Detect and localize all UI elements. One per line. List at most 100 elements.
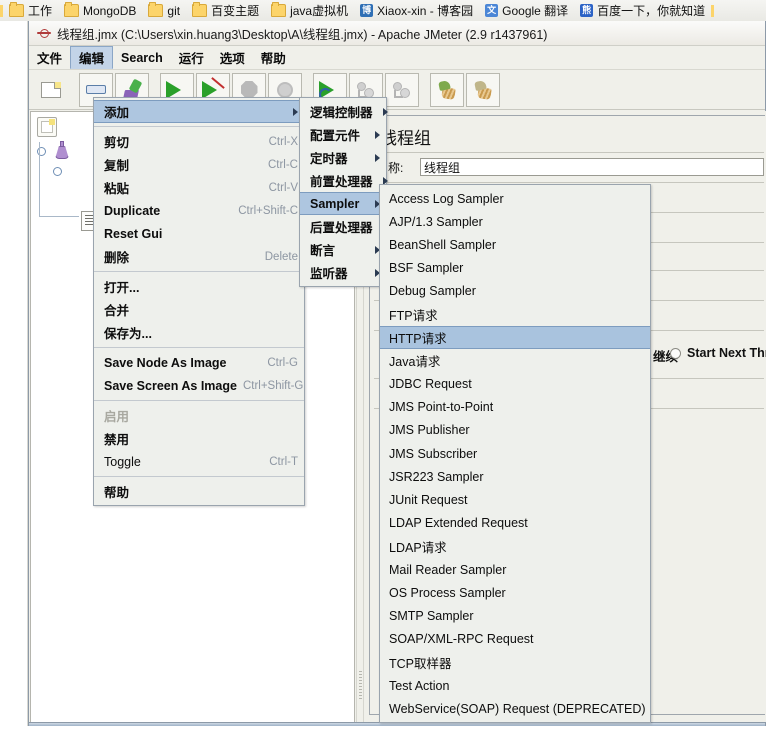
menu-item-accelerator: Ctrl-T: [269, 455, 298, 468]
menu-item-help[interactable]: 帮助: [94, 480, 304, 503]
menu-item-save-node-as-image[interactable]: Save Node As Image Ctrl-G: [94, 351, 304, 374]
sampler-item-tcp-sampler[interactable]: TCP取样器: [380, 651, 650, 674]
menu-item-label: HTTP请求: [389, 332, 447, 347]
menu-search[interactable]: Search: [113, 46, 171, 69]
sampler-item-access-log-sampler[interactable]: Access Log Sampler: [380, 187, 650, 210]
menu-options[interactable]: 选项: [212, 46, 253, 69]
function-helper-button[interactable]: [466, 72, 500, 107]
bookmark-overflow-marker[interactable]: [711, 4, 715, 17]
bookmark-item-baidu[interactable]: 熊 百度一下，你就知道: [574, 1, 711, 21]
sampler-item-soap-xml-rpc-request[interactable]: SOAP/XML-RPC Request: [380, 628, 650, 651]
menu-item-save-screen-as-image[interactable]: Save Screen As Image Ctrl+Shift-G: [94, 374, 304, 397]
submenu-item-pre-processor[interactable]: 前置处理器: [300, 169, 388, 192]
bookmark-label: MongoDB: [83, 3, 137, 18]
menu-separator: [94, 476, 304, 477]
menu-item-reset-gui[interactable]: Reset Gui: [94, 222, 304, 245]
bookmark-item-work[interactable]: 工作: [3, 1, 58, 21]
split-pane-grip[interactable]: [359, 671, 362, 701]
sampler-item-jms-subscriber[interactable]: JMS Subscriber: [380, 442, 650, 465]
bookmark-item-themes[interactable]: 百变主题: [186, 1, 265, 21]
sampler-item-jms-point-to-point[interactable]: JMS Point-to-Point: [380, 396, 650, 419]
bookmark-item-google-translate[interactable]: 文 Google 翻译: [479, 1, 574, 21]
menu-item-accelerator: Delete: [264, 250, 298, 263]
start-next-thread-loop-radio[interactable]: Start Next Thread L: [670, 346, 766, 360]
menu-item-copy[interactable]: 复制 Ctrl-C: [94, 153, 304, 176]
menu-item-label: TCP取样器: [389, 656, 452, 671]
menu-item-save-as[interactable]: 保存为...: [94, 321, 304, 344]
menu-item-disable[interactable]: 禁用: [94, 427, 304, 450]
jmeter-logo-icon: [37, 28, 51, 38]
menu-item-paste[interactable]: 粘贴 Ctrl-V: [94, 176, 304, 199]
new-document-icon: [41, 81, 61, 98]
menu-item-label: JDBC Request: [389, 377, 472, 392]
bookmark-item-jvm[interactable]: java虚拟机: [265, 1, 354, 21]
sampler-item-smtp-sampler[interactable]: SMTP Sampler: [380, 604, 650, 627]
sampler-item-jsr223-sampler[interactable]: JSR223 Sampler: [380, 465, 650, 488]
desktop-bottom-area: [0, 726, 766, 740]
broom-tan-icon: [473, 79, 493, 100]
folder-icon: [192, 2, 208, 17]
sampler-item-os-process-sampler[interactable]: OS Process Sampler: [380, 581, 650, 604]
google-translate-icon: 文: [485, 4, 499, 17]
window-title: 线程组.jmx (C:\Users\xin.huang3\Desktop\A\线…: [57, 27, 548, 42]
submenu-item-sampler[interactable]: Sampler: [300, 192, 386, 215]
menu-item-label: 前置处理器: [310, 175, 373, 189]
menu-item-label: 保存为...: [104, 327, 152, 341]
clear-all-button[interactable]: [385, 72, 419, 107]
sampler-item-ldap-extended-request[interactable]: LDAP Extended Request: [380, 512, 650, 535]
submenu-item-post-processor[interactable]: 后置处理器: [300, 215, 388, 238]
submenu-item-config-element[interactable]: 配置元件: [300, 123, 386, 146]
menu-bar: 文件 编辑 Search 运行 选项 帮助: [29, 46, 765, 70]
sampler-item-ftp-request[interactable]: FTP请求: [380, 303, 650, 326]
bookmark-item-git[interactable]: git: [142, 1, 186, 21]
menu-item-duplicate[interactable]: Duplicate Ctrl+Shift-C: [94, 199, 304, 222]
menu-item-toggle[interactable]: Toggle Ctrl-T: [94, 450, 304, 473]
sampler-item-junit-request[interactable]: JUnit Request: [380, 488, 650, 511]
sampler-item-mail-reader-sampler[interactable]: Mail Reader Sampler: [380, 558, 650, 581]
menu-item-add[interactable]: 添加: [94, 100, 304, 123]
submenu-item-listener[interactable]: 监听器: [300, 261, 386, 284]
window-title-bar: 线程组.jmx (C:\Users\xin.huang3\Desktop\A\线…: [29, 21, 765, 46]
menu-item-merge[interactable]: 合并: [94, 298, 304, 321]
sampler-item-beanshell-sampler[interactable]: BeanShell Sampler: [380, 233, 650, 256]
sampler-item-bsf-sampler[interactable]: BSF Sampler: [380, 257, 650, 280]
menu-item-label: 合并: [104, 304, 130, 318]
edit-dropdown-menu: 添加 剪切 Ctrl-X 复制 Ctrl-C 粘贴 Ctrl-V Duplica…: [93, 97, 305, 506]
menu-item-label: 配置元件: [310, 129, 361, 143]
new-button[interactable]: [34, 73, 68, 107]
sampler-item-webservice-soap-request[interactable]: WebService(SOAP) Request (DEPRECATED): [380, 697, 650, 720]
bookmark-item-mongodb[interactable]: MongoDB: [58, 1, 142, 21]
menu-run[interactable]: 运行: [171, 46, 212, 69]
sampler-item-ldap-request[interactable]: LDAP请求: [380, 535, 650, 558]
sampler-item-test-action[interactable]: Test Action: [380, 674, 650, 697]
menu-item-accelerator: Ctrl-C: [267, 158, 298, 171]
menu-edit[interactable]: 编辑: [70, 46, 114, 69]
sampler-item-java-request[interactable]: Java请求: [380, 349, 650, 372]
sampler-item-jms-publisher[interactable]: JMS Publisher: [380, 419, 650, 442]
menu-item-cut[interactable]: 剪切 Ctrl-X: [94, 130, 304, 153]
menu-item-open[interactable]: 打开...: [94, 275, 304, 298]
radio-icon[interactable]: [670, 347, 681, 359]
sampler-item-jdbc-request[interactable]: JDBC Request: [380, 373, 650, 396]
menu-separator: [94, 347, 304, 348]
sampler-item-http-request[interactable]: HTTP请求: [380, 326, 650, 350]
menu-item-label: JSR223 Sampler: [389, 469, 484, 484]
menu-separator: [94, 126, 304, 127]
submenu-item-assertion[interactable]: 断言: [300, 238, 386, 261]
tree-expander-knob[interactable]: [53, 166, 62, 176]
menu-help[interactable]: 帮助: [253, 46, 294, 69]
baidu-icon: 熊: [580, 4, 594, 17]
submenu-item-timer[interactable]: 定时器: [300, 146, 386, 169]
sampler-item-debug-sampler[interactable]: Debug Sampler: [380, 280, 650, 303]
menu-item-label: 添加: [104, 106, 130, 120]
bookmark-item-cnblogs[interactable]: 博 Xiaox-xin - 博客园: [354, 1, 479, 21]
toggle-log-button[interactable]: [430, 72, 464, 107]
sampler-item-ajp-sampler[interactable]: AJP/1.3 Sampler: [380, 210, 650, 233]
submenu-item-logic-controller[interactable]: 逻辑控制器: [300, 100, 388, 123]
menu-item-label: Toggle: [104, 454, 141, 469]
menu-file[interactable]: 文件: [29, 46, 70, 69]
menu-item-delete[interactable]: 删除 Delete: [94, 245, 304, 268]
clear-icon: [356, 81, 376, 99]
bookmark-label: Google 翻译: [502, 3, 569, 18]
name-input[interactable]: 线程组: [420, 158, 764, 176]
